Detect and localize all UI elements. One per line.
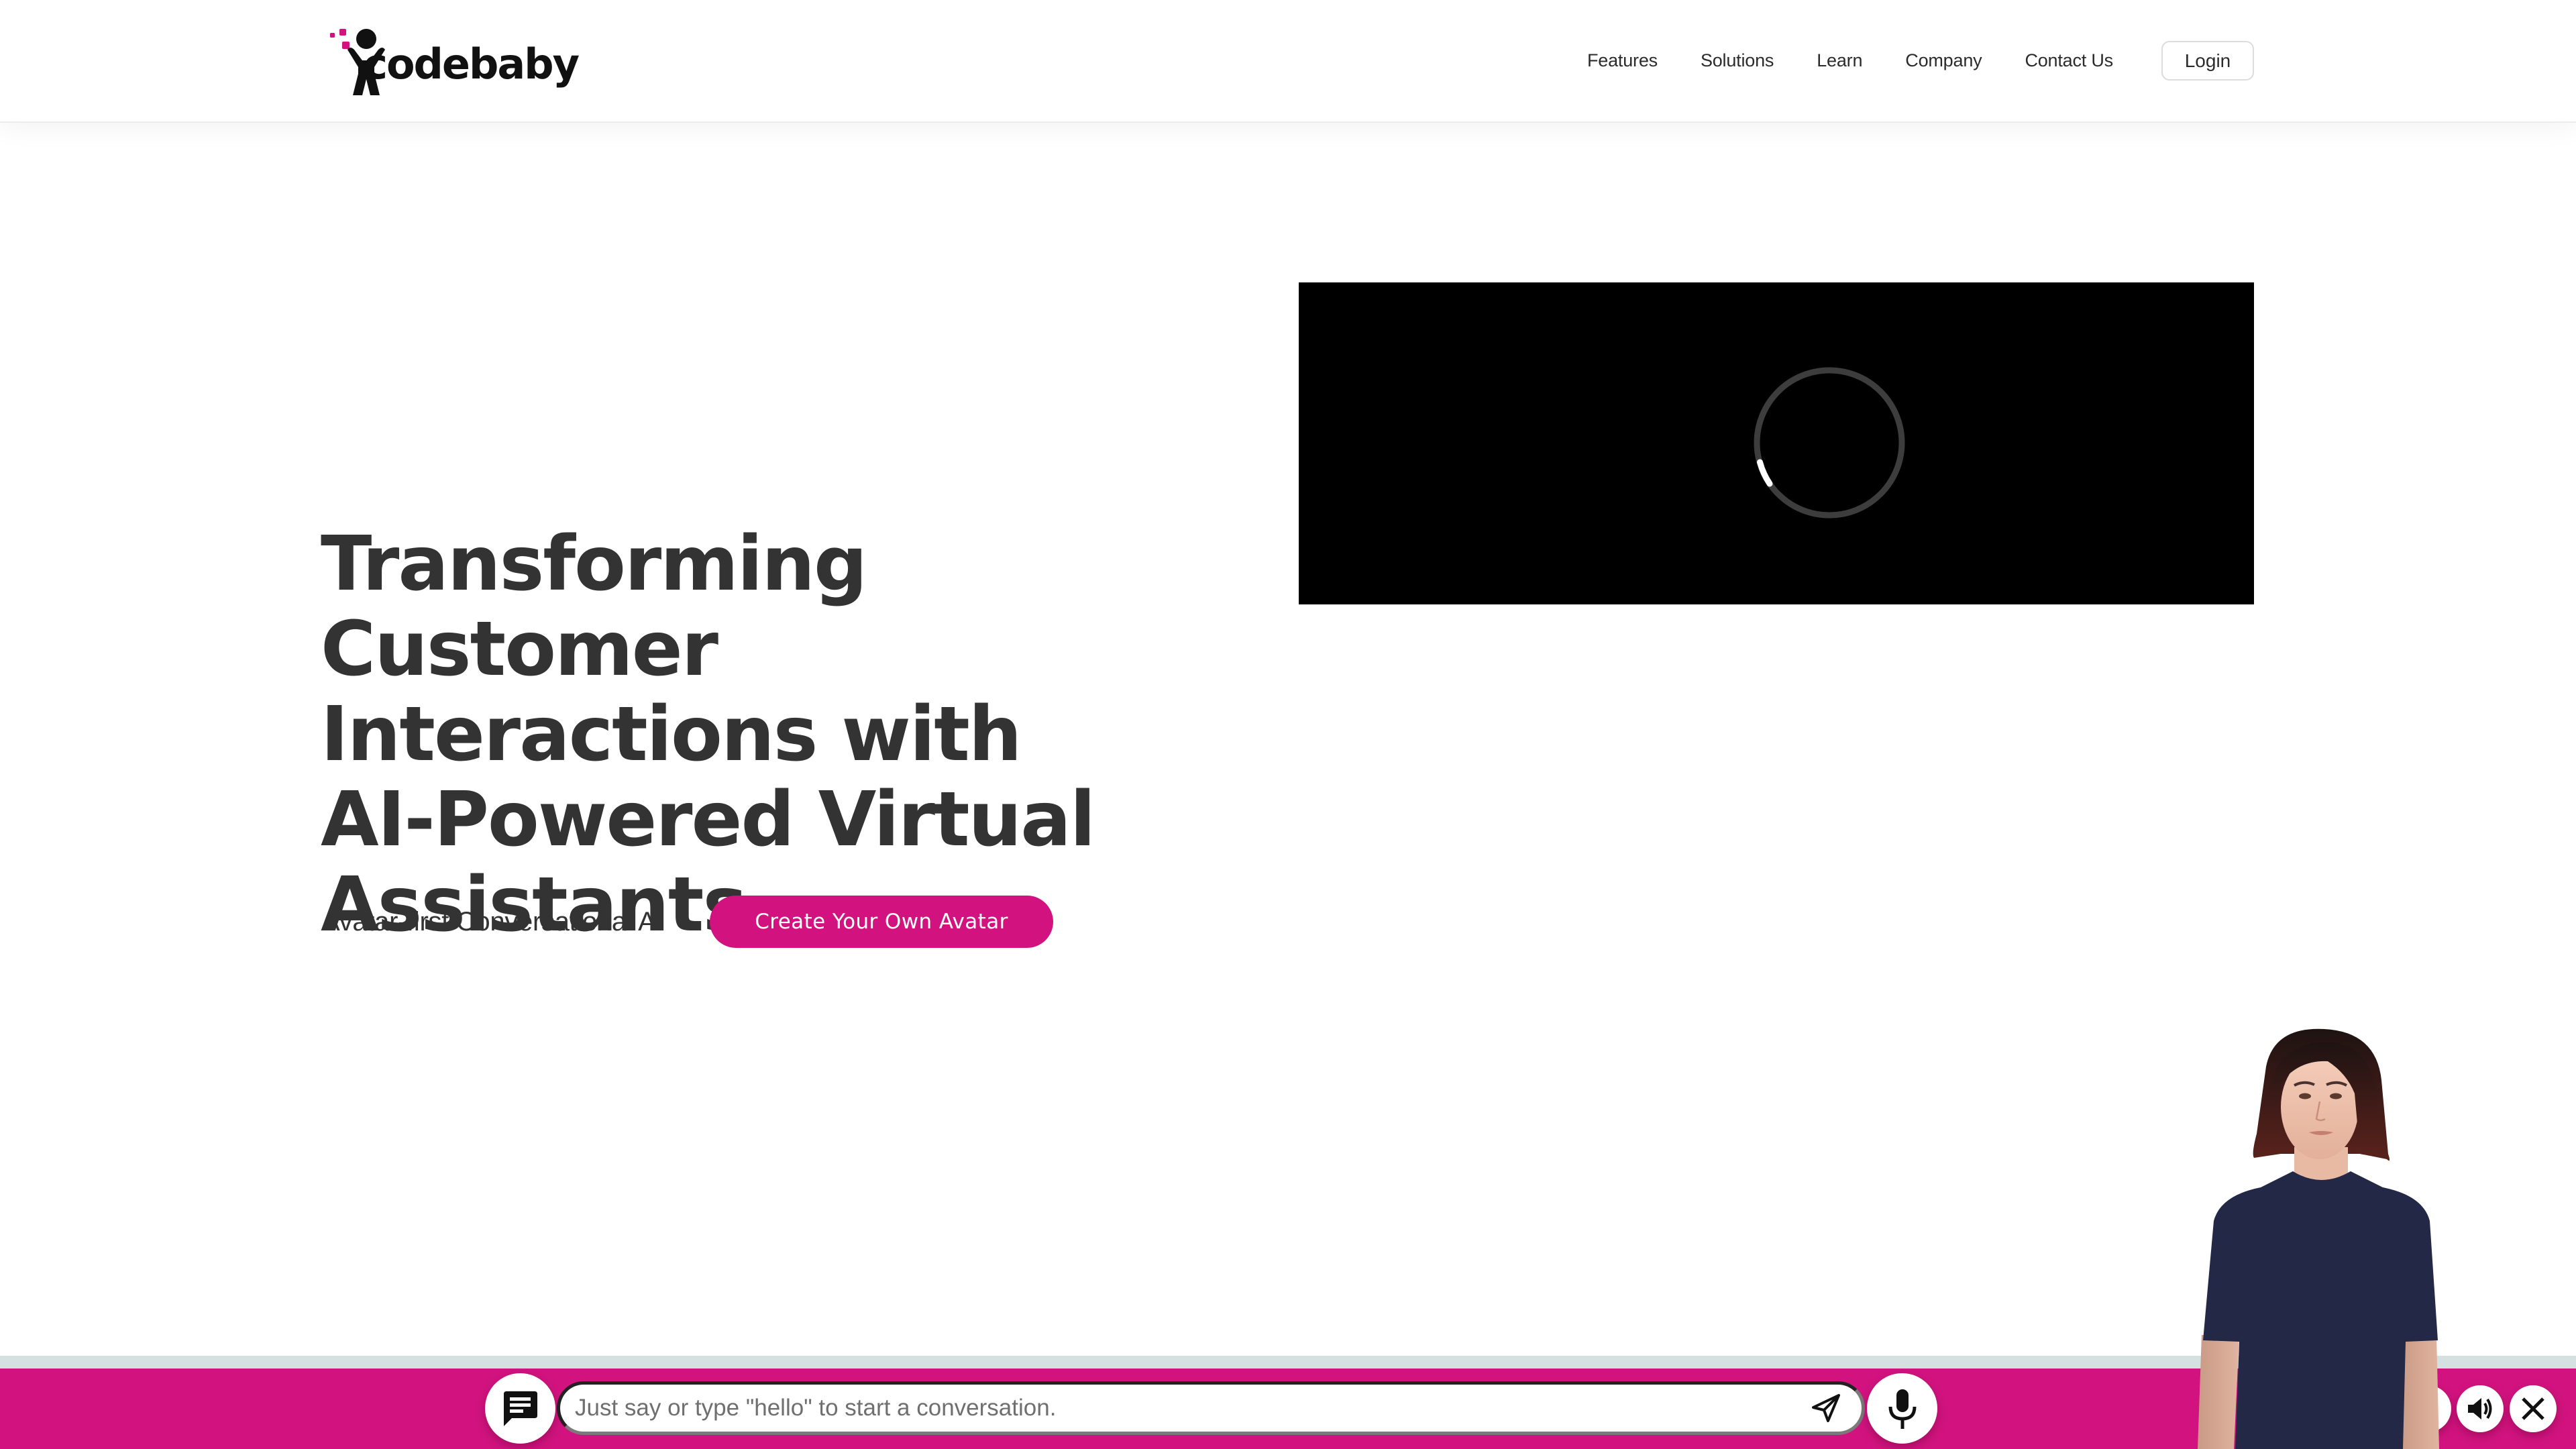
- close-icon: [2522, 1397, 2544, 1420]
- speaker-button[interactable]: [2457, 1385, 2504, 1432]
- login-button[interactable]: Login: [2161, 41, 2254, 80]
- microphone-button[interactable]: [1867, 1373, 1937, 1444]
- avatar-left-arm: [2198, 1335, 2239, 1449]
- chat-message-input[interactable]: [560, 1385, 1803, 1432]
- avatar-eye: [2299, 1093, 2311, 1099]
- avatar-eye: [2330, 1093, 2342, 1099]
- speaker-icon: [2468, 1398, 2492, 1419]
- chat-toggle-button[interactable]: [485, 1373, 555, 1444]
- hero-title-line: Interactions with: [321, 691, 1022, 778]
- hero-tagline: Avatar-first Conversational AI: [322, 906, 663, 936]
- nav-company[interactable]: Company: [1905, 50, 1982, 71]
- create-avatar-button[interactable]: Create Your Own Avatar: [710, 896, 1053, 948]
- hero-subline: Avatar-first Conversational AI: [322, 902, 663, 941]
- hero-title-line: AI-Powered Virtual: [321, 776, 1095, 863]
- send-button[interactable]: [1803, 1385, 1849, 1432]
- send-icon: [1812, 1394, 1840, 1422]
- page: codebaby Features Solutions Learn Compan…: [0, 0, 2576, 1449]
- virtual-assistant-avatar[interactable]: [2187, 1020, 2455, 1449]
- avatar-shirt: [2203, 1171, 2438, 1449]
- site-header: codebaby Features Solutions Learn Compan…: [0, 0, 2576, 121]
- nav-features[interactable]: Features: [1587, 50, 1658, 71]
- chat-bubble-icon: [503, 1391, 537, 1426]
- microphone-icon: [1888, 1389, 1916, 1429]
- nav-learn[interactable]: Learn: [1817, 50, 1862, 71]
- close-widget-button[interactable]: [2510, 1385, 2557, 1432]
- hero-video-player[interactable]: [1299, 282, 2254, 604]
- chat-input-container: [557, 1381, 1865, 1435]
- hero-title: Transforming Customer Interactions with …: [321, 522, 1260, 948]
- brand-name: codebaby: [363, 39, 580, 89]
- codebaby-logo-icon: [323, 25, 385, 97]
- nav-solutions[interactable]: Solutions: [1701, 50, 1774, 71]
- main-nav: Features Solutions Learn Company Contact…: [1587, 41, 2254, 80]
- brand-logo[interactable]: codebaby: [323, 25, 580, 97]
- nav-contact-us[interactable]: Contact Us: [2025, 50, 2113, 71]
- loading-spinner-icon: [1754, 367, 1905, 519]
- hero-title-line: Transforming Customer: [321, 521, 867, 693]
